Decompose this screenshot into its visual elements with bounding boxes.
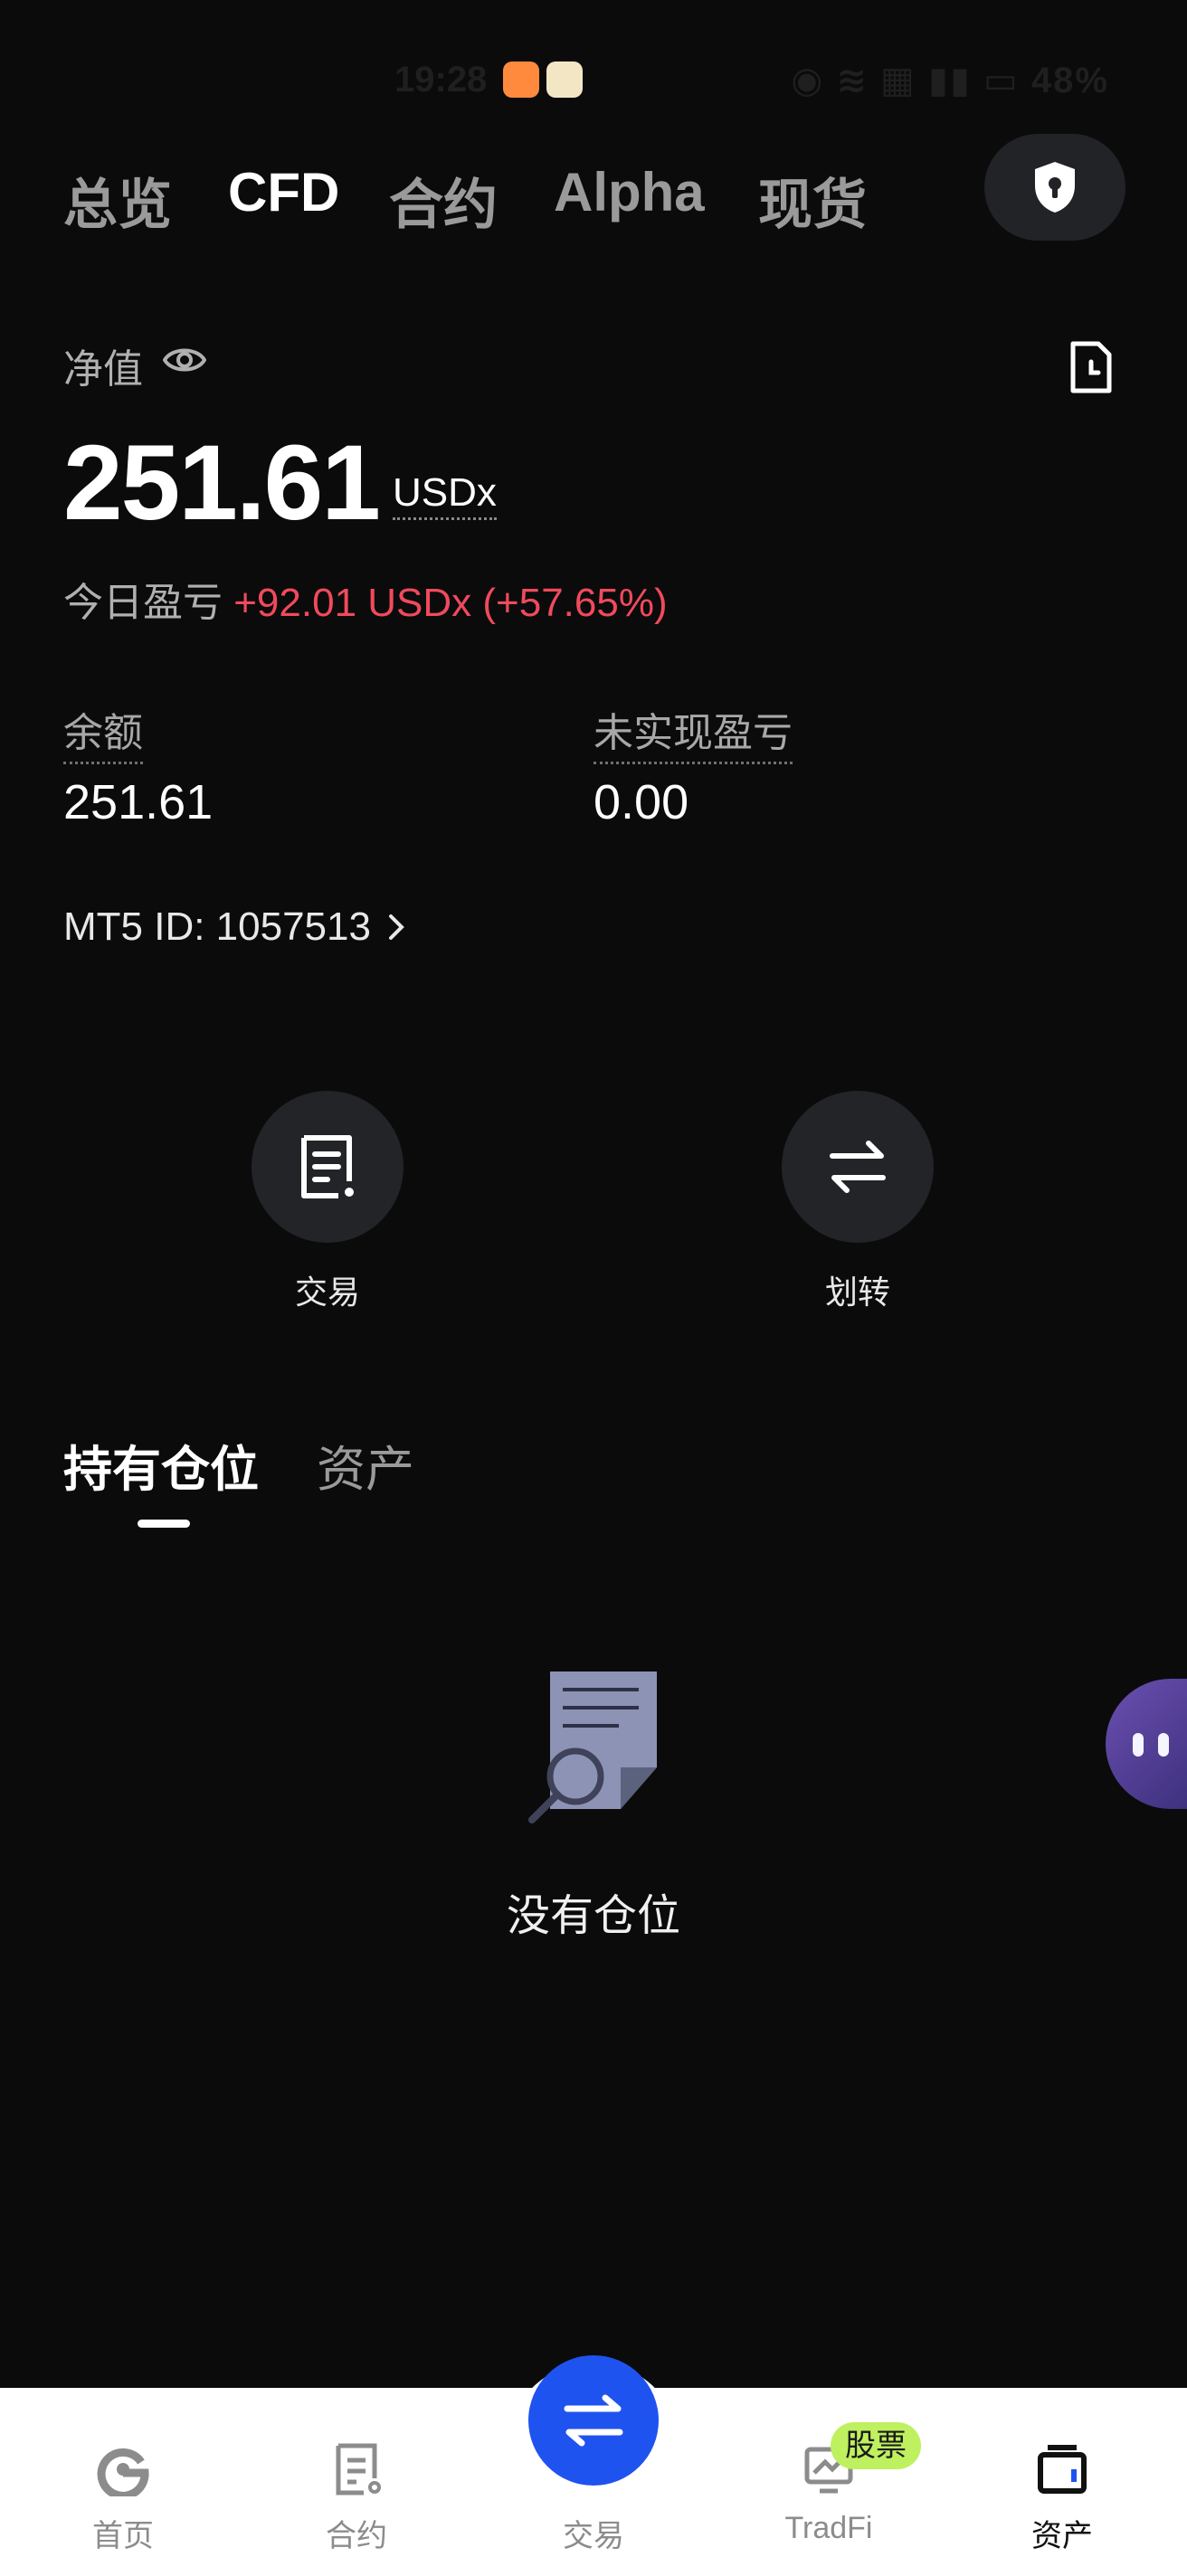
nav-home-label: 首页 [92, 2519, 154, 2553]
home-logo-icon [97, 2448, 149, 2496]
tab-assets[interactable]: 资产 [317, 1429, 414, 1501]
tab-positions[interactable]: 持有仓位 [63, 1429, 259, 1501]
trade-swap-icon [564, 2394, 623, 2447]
trade-order-icon [301, 1135, 354, 1198]
app-notification-icon-2 [546, 62, 583, 98]
today-pnl-value: +92.01 USDx (+57.65%) [233, 581, 668, 625]
nav-trade-button[interactable] [528, 2355, 659, 2486]
nav-tradfi-label: TradFi [784, 2511, 873, 2545]
status-bar: 19:28 ◉ ≋ ▦ ▮▮ ▭ 48% [0, 54, 1187, 109]
tab-overview[interactable]: 总览 [63, 161, 172, 240]
tab-alpha[interactable]: Alpha [554, 161, 705, 223]
transfer-arrows-icon [830, 1141, 886, 1193]
trade-action-label: 交易 [294, 1274, 360, 1311]
status-time: 19:28 [394, 60, 488, 99]
shield-icon [1035, 162, 1075, 213]
mt5-id-text: MT5 ID: 1057513 [63, 904, 371, 949]
nav-trade-label: 交易 [563, 2519, 624, 2553]
nav-contract-label: 合约 [326, 2519, 387, 2553]
stock-badge: 股票 [831, 2422, 921, 2469]
unrealized-pnl-value: 0.00 [594, 775, 689, 829]
mt5-id-link[interactable]: MT5 ID: 1057513 [63, 904, 405, 950]
status-indicators: ◉ ≋ ▦ ▮▮ ▭ 48% [791, 61, 1109, 100]
active-tab-indicator [138, 1520, 190, 1528]
wallet-icon [1038, 2445, 1087, 2494]
balance-label[interactable]: 余额 [63, 700, 143, 764]
equity-value: 251.61 [63, 423, 381, 543]
equity-label: 净值 [63, 347, 143, 392]
assistant-bubble[interactable] [1106, 1679, 1187, 1809]
nav-assets-label: 资产 [1031, 2519, 1093, 2553]
battery-level: 48% [1030, 61, 1109, 100]
security-button[interactable] [984, 134, 1125, 241]
today-pnl: 今日盈亏 +92.01 USDx (+57.65%) [63, 570, 668, 628]
history-icon[interactable] [1068, 340, 1115, 394]
tab-contract[interactable]: 合约 [389, 161, 498, 240]
tab-cfd[interactable]: CFD [228, 161, 339, 223]
transfer-action-label: 划转 [824, 1274, 890, 1311]
bubble-eye-left [1133, 1733, 1144, 1757]
unrealized-pnl-label[interactable]: 未实现盈亏 [594, 700, 793, 764]
today-pnl-label: 今日盈亏 [63, 581, 223, 625]
transfer-action-button[interactable] [782, 1091, 934, 1243]
balance-value: 251.61 [63, 775, 214, 829]
tab-spot[interactable]: 现货 [758, 161, 867, 240]
contract-document-icon [336, 2443, 381, 2496]
empty-document-search-icon [528, 1672, 657, 1823]
eye-icon[interactable] [163, 342, 206, 378]
trade-action-button[interactable] [252, 1091, 404, 1243]
chevron-right-icon [388, 914, 404, 940]
bubble-eye-right [1158, 1733, 1169, 1757]
equity-unit[interactable]: USDx [393, 470, 497, 520]
app-notification-icon [503, 62, 539, 98]
empty-state-text: 没有仓位 [506, 1892, 680, 1940]
